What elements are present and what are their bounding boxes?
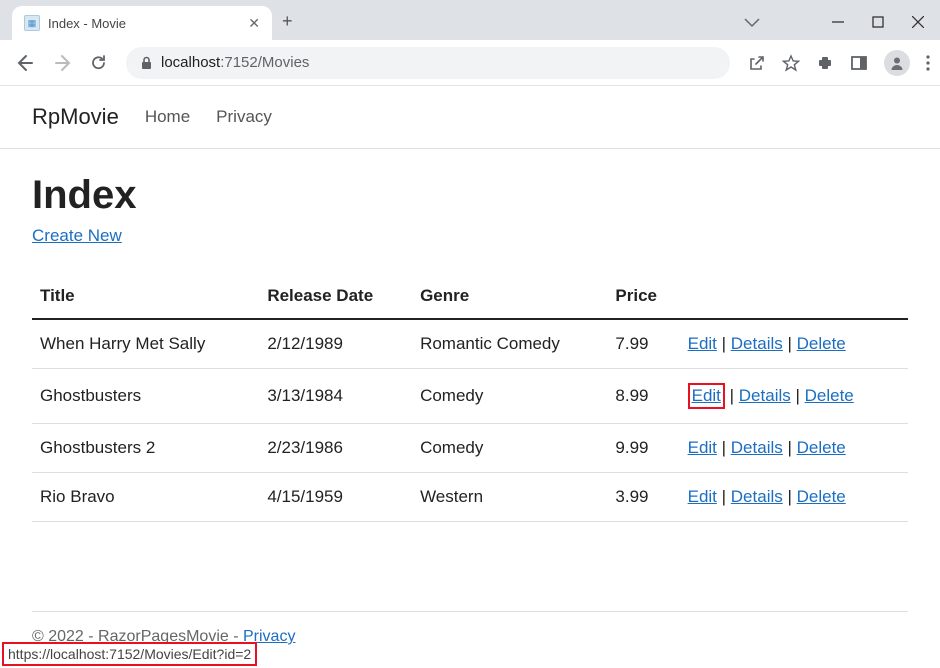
delete-link[interactable]: Delete: [805, 386, 854, 405]
details-link[interactable]: Details: [731, 334, 783, 353]
cell-title: Rio Bravo: [32, 473, 259, 522]
cell-genre: Comedy: [412, 424, 607, 473]
table-row: Ghostbusters 22/23/1986Comedy9.99Edit | …: [32, 424, 908, 473]
th-release-date: Release Date: [259, 274, 412, 319]
brand-link[interactable]: RpMovie: [32, 104, 119, 130]
menu-icon[interactable]: [926, 55, 930, 71]
url-text: localhost:7152/Movies: [161, 54, 309, 71]
delete-link[interactable]: Delete: [797, 487, 846, 506]
separator: |: [783, 487, 797, 506]
bookmark-icon[interactable]: [782, 54, 800, 72]
edit-link[interactable]: Edit: [688, 334, 717, 353]
lock-icon: [140, 56, 153, 70]
cell-title: Ghostbusters 2: [32, 424, 259, 473]
cell-genre: Comedy: [412, 369, 607, 424]
cell-actions: Edit | Details | Delete: [680, 424, 908, 473]
separator: |: [717, 334, 731, 353]
minimize-button[interactable]: [832, 16, 844, 28]
new-tab-button[interactable]: +: [282, 11, 293, 32]
separator: |: [783, 334, 797, 353]
delete-link[interactable]: Delete: [797, 438, 846, 457]
details-link[interactable]: Details: [731, 487, 783, 506]
browser-tab[interactable]: ▦ Index - Movie ✕: [12, 6, 272, 40]
details-link[interactable]: Details: [731, 438, 783, 457]
highlighted-edit: Edit: [688, 383, 725, 409]
cell-actions: Edit | Details | Delete: [680, 319, 908, 369]
cell-title: Ghostbusters: [32, 369, 259, 424]
tab-title: Index - Movie: [48, 16, 240, 31]
site-navbar: RpMovie Home Privacy: [0, 86, 940, 149]
cell-genre: Romantic Comedy: [412, 319, 607, 369]
close-window-button[interactable]: [912, 16, 924, 28]
page-footer: © 2022 - RazorPagesMovie - Privacy: [32, 611, 908, 646]
cell-release_date: 4/15/1959: [259, 473, 412, 522]
th-actions: [680, 274, 908, 319]
side-panel-icon[interactable]: [850, 54, 868, 72]
cell-release_date: 2/23/1986: [259, 424, 412, 473]
chevron-down-icon[interactable]: [744, 18, 760, 28]
tab-close-icon[interactable]: ✕: [248, 15, 260, 32]
separator: |: [725, 386, 739, 405]
maximize-button[interactable]: [872, 16, 884, 28]
cell-price: 9.99: [607, 424, 679, 473]
separator: |: [717, 487, 731, 506]
back-button[interactable]: [10, 49, 38, 77]
cell-actions: Edit | Details | Delete: [680, 369, 908, 424]
cell-price: 7.99: [607, 319, 679, 369]
cell-price: 8.99: [607, 369, 679, 424]
delete-link[interactable]: Delete: [797, 334, 846, 353]
create-new-link[interactable]: Create New: [32, 226, 122, 245]
cell-title: When Harry Met Sally: [32, 319, 259, 369]
forward-button[interactable]: [50, 49, 78, 77]
page-heading: Index: [32, 173, 908, 218]
profile-avatar[interactable]: [884, 50, 910, 76]
separator: |: [783, 438, 797, 457]
cell-release_date: 2/12/1989: [259, 319, 412, 369]
th-price: Price: [607, 274, 679, 319]
details-link[interactable]: Details: [739, 386, 791, 405]
table-row: When Harry Met Sally2/12/1989Romantic Co…: [32, 319, 908, 369]
tab-strip: ▦ Index - Movie ✕ +: [0, 0, 940, 40]
status-bar: https://localhost:7152/Movies/Edit?id=2: [2, 642, 257, 666]
th-title: Title: [32, 274, 259, 319]
extensions-icon[interactable]: [816, 54, 834, 72]
cell-genre: Western: [412, 473, 607, 522]
edit-link[interactable]: Edit: [692, 386, 721, 405]
cell-actions: Edit | Details | Delete: [680, 473, 908, 522]
nav-privacy-link[interactable]: Privacy: [216, 107, 272, 127]
movies-table: Title Release Date Genre Price When Harr…: [32, 274, 908, 522]
separator: |: [791, 386, 805, 405]
edit-link[interactable]: Edit: [688, 487, 717, 506]
reload-button[interactable]: [90, 54, 108, 72]
th-genre: Genre: [412, 274, 607, 319]
separator: |: [717, 438, 731, 457]
table-row: Rio Bravo4/15/1959Western3.99Edit | Deta…: [32, 473, 908, 522]
address-bar[interactable]: localhost:7152/Movies: [126, 47, 730, 79]
cell-release_date: 3/13/1984: [259, 369, 412, 424]
table-row: Ghostbusters3/13/1984Comedy8.99Edit | De…: [32, 369, 908, 424]
cell-price: 3.99: [607, 473, 679, 522]
page-content: Index Create New Title Release Date Genr…: [0, 149, 940, 546]
edit-link[interactable]: Edit: [688, 438, 717, 457]
tab-favicon-icon: ▦: [24, 15, 40, 31]
url-bar: localhost:7152/Movies: [0, 40, 940, 86]
nav-home-link[interactable]: Home: [145, 107, 190, 127]
share-icon[interactable]: [748, 54, 766, 72]
